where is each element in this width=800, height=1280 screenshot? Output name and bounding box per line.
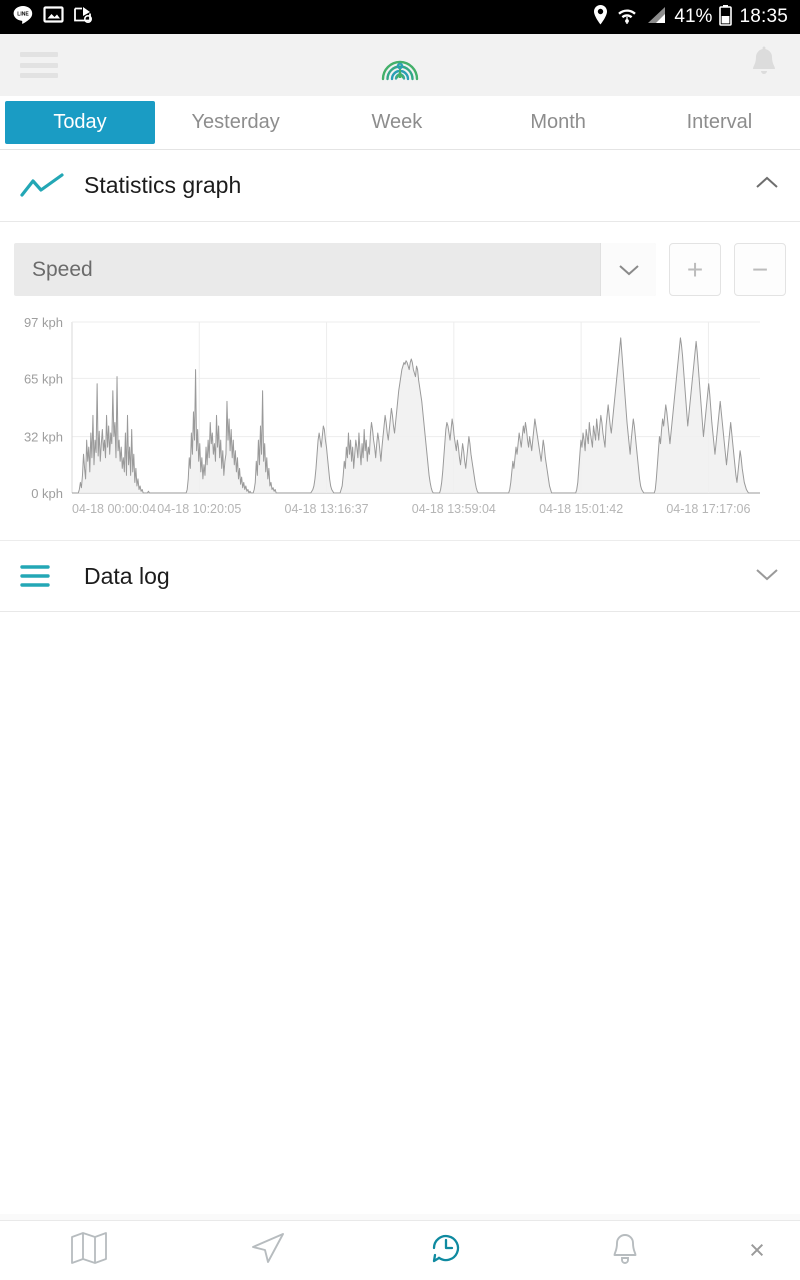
wifi-icon — [616, 4, 638, 31]
statistics-graph-panel: Speed + − 97 kph 65 kph 32 kph 0 kph 04-18 0… — [0, 222, 800, 540]
bottom-navigation-bar: × — [0, 1220, 800, 1280]
tab-month[interactable]: Month — [477, 96, 639, 149]
svg-text:0 kph: 0 kph — [31, 486, 63, 501]
chevron-down-icon[interactable] — [754, 565, 780, 588]
navigate-arrow-icon — [249, 1231, 287, 1270]
line-chart-icon — [20, 172, 66, 199]
battery-percent-label: 41% — [674, 6, 713, 27]
svg-text:04-18 00:00:04: 04-18 00:00:04 — [72, 502, 156, 516]
statistics-graph-title: Statistics graph — [84, 172, 242, 198]
line-app-icon: LINE — [12, 4, 34, 31]
screenshot-icon — [73, 4, 94, 30]
chevron-down-icon[interactable] — [600, 243, 656, 296]
speed-chart[interactable]: 97 kph 65 kph 32 kph 0 kph 04-18 00:00:04 04-… — [0, 310, 800, 540]
clock-label: 18:35 — [739, 6, 788, 27]
app-header — [0, 34, 800, 96]
nav-alerts-button[interactable] — [536, 1231, 715, 1270]
hamburger-menu-icon[interactable] — [20, 52, 58, 78]
location-pin-icon — [592, 4, 609, 31]
notification-bell-icon[interactable] — [748, 46, 780, 85]
data-log-title: Data log — [84, 562, 170, 589]
tab-interval[interactable]: Interval — [638, 96, 800, 149]
signal-bars-icon — [645, 5, 667, 30]
speed-chart-svg: 97 kph65 kph32 kph0 kph04-18 00:00:04 04-… — [24, 315, 760, 516]
svg-text:04-18 13:59:04: 04-18 13:59:04 — [412, 502, 496, 516]
svg-text:04-18 15:01:42: 04-18 15:01:42 — [539, 502, 623, 516]
status-bar-left-icons: LINE — [12, 4, 94, 31]
chevron-up-icon[interactable] — [754, 174, 780, 197]
status-bar-right-icons: 41% 18:35 — [592, 4, 788, 31]
zoom-in-button[interactable]: + — [669, 243, 721, 296]
svg-text:04-18 17:17:06: 04-18 17:17:06 — [666, 502, 750, 516]
tab-today[interactable]: Today — [5, 101, 155, 144]
svg-text:32 kph: 32 kph — [24, 430, 63, 445]
nav-history-button[interactable] — [357, 1229, 536, 1272]
period-tab-bar: Today Yesterday Week Month Interval — [0, 96, 800, 150]
graph-controls-row: Speed + − — [0, 222, 800, 296]
app-logo-container — [0, 39, 800, 92]
photo-icon — [43, 4, 64, 30]
data-log-section-header[interactable]: Data log — [0, 540, 800, 612]
history-clock-icon — [426, 1229, 466, 1272]
svg-text:LINE: LINE — [17, 11, 29, 17]
nav-map-button[interactable] — [0, 1231, 179, 1270]
map-icon — [70, 1231, 108, 1270]
svg-text:97 kph: 97 kph — [24, 315, 63, 330]
radar-rings-logo — [376, 39, 424, 92]
tab-yesterday[interactable]: Yesterday — [155, 96, 317, 149]
metric-select-value: Speed — [32, 257, 93, 281]
empty-content-area — [0, 612, 800, 1197]
svg-text:65 kph: 65 kph — [24, 371, 63, 386]
battery-icon — [719, 4, 733, 31]
list-lines-icon — [20, 562, 66, 590]
svg-text:04-18 10:20:05: 04-18 10:20:05 — [157, 502, 241, 516]
status-bar: LINE 41% 18:35 — [0, 0, 800, 34]
close-icon[interactable]: × — [714, 1235, 800, 1266]
zoom-out-button[interactable]: − — [734, 243, 786, 296]
metric-select[interactable]: Speed — [14, 243, 656, 296]
svg-text:04-18 13:16:37: 04-18 13:16:37 — [285, 502, 369, 516]
tab-week[interactable]: Week — [316, 96, 478, 149]
nav-navigate-button[interactable] — [179, 1231, 358, 1270]
statistics-graph-section-header[interactable]: Statistics graph — [0, 150, 800, 222]
bell-icon — [608, 1231, 642, 1270]
